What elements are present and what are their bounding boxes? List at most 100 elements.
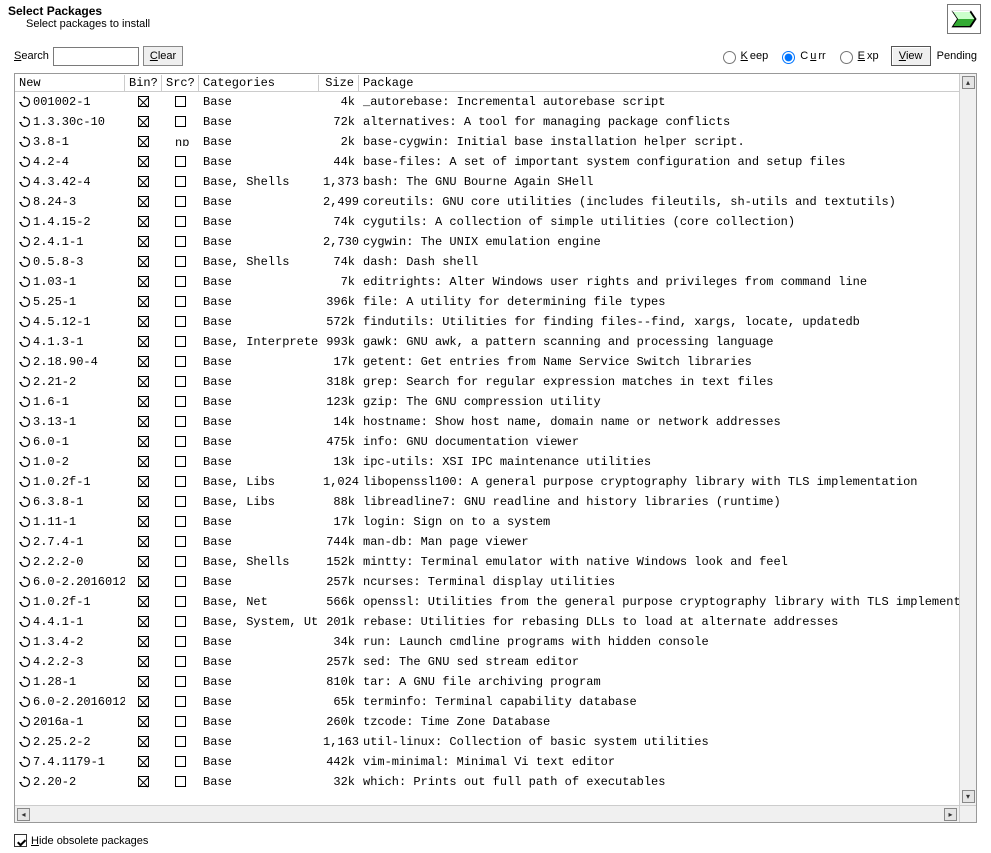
- src-checkbox[interactable]: [175, 616, 186, 627]
- cell-bin[interactable]: [125, 134, 162, 150]
- cell-bin[interactable]: [125, 394, 162, 410]
- cell-new[interactable]: 7.4.1179-1: [15, 754, 125, 770]
- src-checkbox[interactable]: [175, 176, 186, 187]
- table-row[interactable]: 4.2-4Base44kbase-files: A set of importa…: [15, 152, 976, 172]
- cell-new[interactable]: 2.4.1-1: [15, 234, 125, 250]
- cell-new[interactable]: 6.3.8-1: [15, 494, 125, 510]
- table-row[interactable]: 2.21-2Base318kgrep: Search for regular e…: [15, 372, 976, 392]
- table-row[interactable]: 1.3.4-2Base34krun: Launch cmdline progra…: [15, 632, 976, 652]
- cell-src[interactable]: [162, 334, 199, 350]
- search-input[interactable]: [53, 47, 139, 66]
- src-checkbox[interactable]: [175, 576, 186, 587]
- horizontal-scrollbar[interactable]: ◂ ▸: [15, 805, 959, 822]
- cell-bin[interactable]: [125, 234, 162, 250]
- src-checkbox[interactable]: [175, 156, 186, 167]
- src-checkbox[interactable]: [175, 696, 186, 707]
- cell-bin[interactable]: [125, 414, 162, 430]
- cell-bin[interactable]: [125, 94, 162, 110]
- cell-src[interactable]: [162, 634, 199, 650]
- cell-src[interactable]: [162, 194, 199, 210]
- scroll-right-icon[interactable]: ▸: [944, 808, 957, 821]
- cell-new[interactable]: 2016a-1: [15, 714, 125, 730]
- cell-bin[interactable]: [125, 254, 162, 270]
- scroll-up-icon[interactable]: ▴: [962, 76, 975, 89]
- cell-bin[interactable]: [125, 494, 162, 510]
- col-categories[interactable]: Categories: [199, 75, 319, 91]
- bin-checkbox[interactable]: [138, 156, 149, 167]
- src-checkbox[interactable]: [175, 776, 186, 787]
- cell-src[interactable]: [162, 114, 199, 130]
- cell-bin[interactable]: [125, 614, 162, 630]
- cell-new[interactable]: 4.5.12-1: [15, 314, 125, 330]
- cell-bin[interactable]: [125, 754, 162, 770]
- radio-exp[interactable]: Exp: [835, 48, 879, 64]
- table-row[interactable]: 1.0-2Base13kipc-utils: XSI IPC maintenan…: [15, 452, 976, 472]
- bin-checkbox[interactable]: [138, 776, 149, 787]
- cell-new[interactable]: 2.2.2-0: [15, 554, 125, 570]
- col-src[interactable]: Src?: [162, 75, 199, 91]
- cell-new[interactable]: 8.24-3: [15, 194, 125, 210]
- bin-checkbox[interactable]: [138, 336, 149, 347]
- cell-src[interactable]: [162, 574, 199, 590]
- cell-new[interactable]: 5.25-1: [15, 294, 125, 310]
- table-row[interactable]: 2.20-2Base32kwhich: Prints out full path…: [15, 772, 976, 792]
- radio-keep[interactable]: Keep: [718, 48, 769, 64]
- table-row[interactable]: 4.1.3-1Base, Interpreters993kgawk: GNU a…: [15, 332, 976, 352]
- src-checkbox[interactable]: [175, 756, 186, 767]
- view-button[interactable]: View: [891, 46, 931, 66]
- cell-bin[interactable]: [125, 114, 162, 130]
- radio-curr[interactable]: Curr: [777, 48, 825, 64]
- cell-src[interactable]: [162, 674, 199, 690]
- cell-new[interactable]: 1.4.15-2: [15, 214, 125, 230]
- cell-new[interactable]: 6.0-1: [15, 434, 125, 450]
- table-row[interactable]: 2016a-1Base260ktzcode: Time Zone Databas…: [15, 712, 976, 732]
- cell-src[interactable]: [162, 94, 199, 110]
- bin-checkbox[interactable]: [138, 216, 149, 227]
- cell-src[interactable]: [162, 214, 199, 230]
- cell-bin[interactable]: [125, 214, 162, 230]
- cell-new[interactable]: 1.0-2: [15, 454, 125, 470]
- bin-checkbox[interactable]: [138, 236, 149, 247]
- cell-src[interactable]: [162, 594, 199, 610]
- cell-new[interactable]: 4.3.42-4: [15, 174, 125, 190]
- table-row[interactable]: 7.4.1179-1Base442kvim-minimal: Minimal V…: [15, 752, 976, 772]
- hide-obsolete-checkbox[interactable]: [14, 834, 27, 847]
- bin-checkbox[interactable]: [138, 456, 149, 467]
- cell-src[interactable]: [162, 654, 199, 670]
- cell-new[interactable]: 4.2-4: [15, 154, 125, 170]
- scroll-down-icon[interactable]: ▾: [962, 790, 975, 803]
- col-new[interactable]: New: [15, 75, 125, 91]
- cell-bin[interactable]: [125, 674, 162, 690]
- cell-bin[interactable]: [125, 514, 162, 530]
- table-row[interactable]: 3.13-1Base14khostname: Show host name, d…: [15, 412, 976, 432]
- cell-bin[interactable]: [125, 334, 162, 350]
- table-row[interactable]: 6.0-1Base475kinfo: GNU documentation vie…: [15, 432, 976, 452]
- cell-src[interactable]: [162, 254, 199, 270]
- src-checkbox[interactable]: [175, 656, 186, 667]
- table-row[interactable]: 1.0.2f-1Base, Net566kopenssl: Utilities …: [15, 592, 976, 612]
- cell-bin[interactable]: [125, 454, 162, 470]
- table-row[interactable]: 2.18.90-4Base17kgetent: Get entries from…: [15, 352, 976, 372]
- bin-checkbox[interactable]: [138, 656, 149, 667]
- src-checkbox[interactable]: [175, 556, 186, 567]
- cell-bin[interactable]: [125, 574, 162, 590]
- bin-checkbox[interactable]: [138, 556, 149, 567]
- table-row[interactable]: 4.5.12-1Base572kfindutils: Utilities for…: [15, 312, 976, 332]
- src-checkbox[interactable]: [175, 276, 186, 287]
- bin-checkbox[interactable]: [138, 276, 149, 287]
- table-row[interactable]: 0.5.8-3Base, Shells74kdash: Dash shell: [15, 252, 976, 272]
- cell-bin[interactable]: [125, 194, 162, 210]
- bin-checkbox[interactable]: [138, 616, 149, 627]
- table-row[interactable]: 1.03-1Base7keditrights: Alter Windows us…: [15, 272, 976, 292]
- bin-checkbox[interactable]: [138, 696, 149, 707]
- cell-new[interactable]: 1.11-1: [15, 514, 125, 530]
- cell-new[interactable]: 1.0.2f-1: [15, 594, 125, 610]
- cell-src[interactable]: [162, 434, 199, 450]
- src-checkbox[interactable]: [175, 496, 186, 507]
- table-row[interactable]: 1.4.15-2Base74kcygutils: A collection of…: [15, 212, 976, 232]
- bin-checkbox[interactable]: [138, 636, 149, 647]
- src-checkbox[interactable]: [175, 716, 186, 727]
- src-checkbox[interactable]: [175, 236, 186, 247]
- cell-src[interactable]: [162, 494, 199, 510]
- cell-bin[interactable]: [125, 534, 162, 550]
